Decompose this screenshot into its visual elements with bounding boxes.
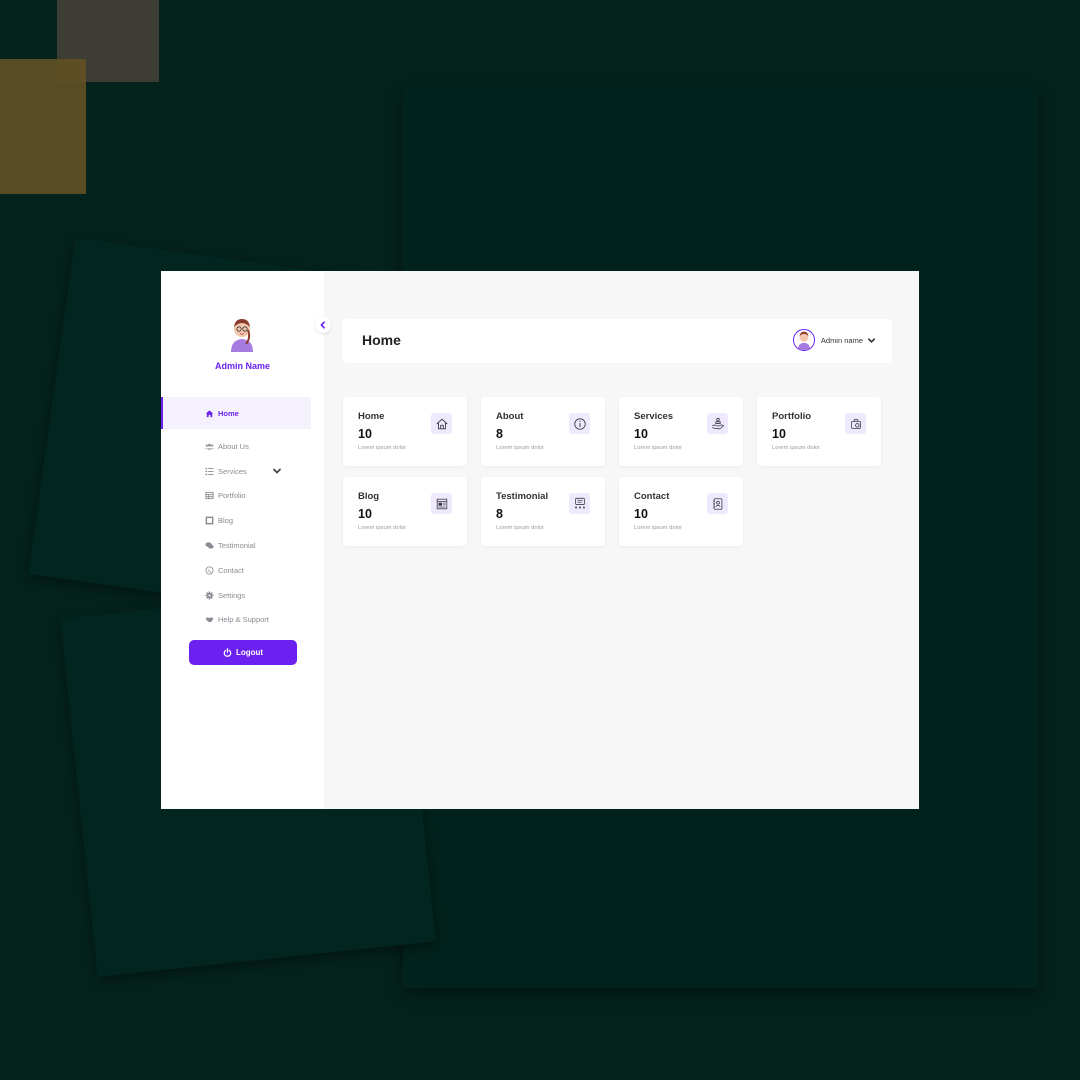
sidebar-item-label: Services [218,466,247,476]
sidebar-item-label: Blog [218,516,234,526]
stat-card-portfolio[interactable]: Portfolio 10 Lorem ipsum dolor [757,397,881,466]
sidebar-item-label: About Us [218,441,249,451]
card-value: 8 [496,427,503,441]
sidebar-item-settings[interactable]: Settings [161,583,324,608]
sidebar-collapse-button[interactable] [315,317,331,333]
power-icon [223,648,232,657]
comments-icon [205,541,214,550]
admin-avatar [227,316,257,352]
card-title: About [496,411,524,422]
sidebar-item-label: Contact [218,565,244,575]
gear-icon [205,591,214,600]
stat-card-about[interactable]: About 8 Lorem ipsum dolor [481,397,605,466]
card-value: 10 [358,427,372,441]
stat-card-home[interactable]: Home 10 Lorem ipsum dolor [343,397,467,466]
admin-dashboard-window: Admin Name Home About Us Services Portfo… [161,271,919,809]
card-title: Blog [358,491,380,502]
card-title: Home [358,411,385,422]
admin-name: Admin Name [214,361,270,371]
sidebar-item-services[interactable]: Services [161,459,324,484]
phone-icon [205,566,214,575]
sidebar-item-testimonial[interactable]: Testimonial [161,533,324,558]
sidebar-item-contact[interactable]: Contact [161,558,324,583]
service-hand-icon [707,413,728,434]
top-bar: Home Admin name [342,319,892,363]
avatar [792,329,815,351]
sidebar-item-label: Help & Support [218,615,269,625]
sidebar-item-label: Home [218,408,239,418]
user-menu[interactable]: Admin name [792,329,876,351]
home-icon [205,409,214,418]
logout-button[interactable]: Logout [189,640,297,665]
card-title: Testimonial [496,491,549,502]
page-title: Home [362,332,401,348]
sidebar: Admin Name Home About Us Services Portfo… [161,271,331,809]
sidebar-item-label: Testimonial [218,541,256,551]
sidebar-item-portfolio[interactable]: Portfolio [161,484,324,509]
card-value: 10 [358,507,372,521]
blog-icon [431,493,452,514]
table-icon [205,491,214,500]
card-value: 8 [496,507,503,521]
home-icon [431,413,452,434]
card-subtitle: Lorem ipsum dolor [634,525,683,531]
portfolio-icon [845,413,866,434]
list-icon [205,467,214,476]
review-icon [569,493,590,514]
sidebar-item-home[interactable]: Home [161,397,311,429]
card-subtitle: Lorem ipsum dolor [496,525,545,531]
stat-card-blog[interactable]: Blog 10 Lorem ipsum dolor [343,477,467,546]
user-name: Admin name [820,335,863,345]
card-value: 10 [634,507,648,521]
main-content: Home Admin name Home 10 Lorem ipsum dolo… [324,271,919,809]
stat-card-testimonial[interactable]: Testimonial 8 Lorem ipsum dolor [481,477,605,546]
sidebar-item-about-us[interactable]: About Us [161,434,324,459]
card-subtitle: Lorem ipsum dolor [634,445,683,451]
square-icon [205,516,214,525]
card-title: Services [634,411,674,422]
stat-card-contact[interactable]: Contact 10 Lorem ipsum dolor [619,477,743,546]
chevron-left-icon [320,321,325,329]
chevron-down-icon[interactable] [272,466,282,478]
card-subtitle: Lorem ipsum dolor [358,525,407,531]
card-value: 10 [772,427,786,441]
contact-book-icon [707,493,728,514]
handshake-icon [205,615,214,624]
stat-card-services[interactable]: Services 10 Lorem ipsum dolor [619,397,743,466]
card-value: 10 [634,427,648,441]
card-subtitle: Lorem ipsum dolor [496,445,545,451]
card-subtitle: Lorem ipsum dolor [358,445,407,451]
sidebar-item-blog[interactable]: Blog [161,508,324,533]
info-icon [569,413,590,434]
chevron-down-icon [867,336,876,345]
background-accent-square [0,59,86,194]
card-subtitle: Lorem ipsum dolor [772,445,821,451]
sidebar-item-help-support[interactable]: Help & Support [161,608,324,633]
card-title: Portfolio [772,411,812,422]
users-icon [205,442,214,451]
sidebar-item-label: Portfolio [218,491,246,501]
sidebar-item-label: Settings [218,590,246,600]
card-title: Contact [634,491,670,502]
sidebar-nav: Home About Us Services Portfolio Blog Te… [161,397,324,632]
logout-label: Logout [235,648,264,657]
